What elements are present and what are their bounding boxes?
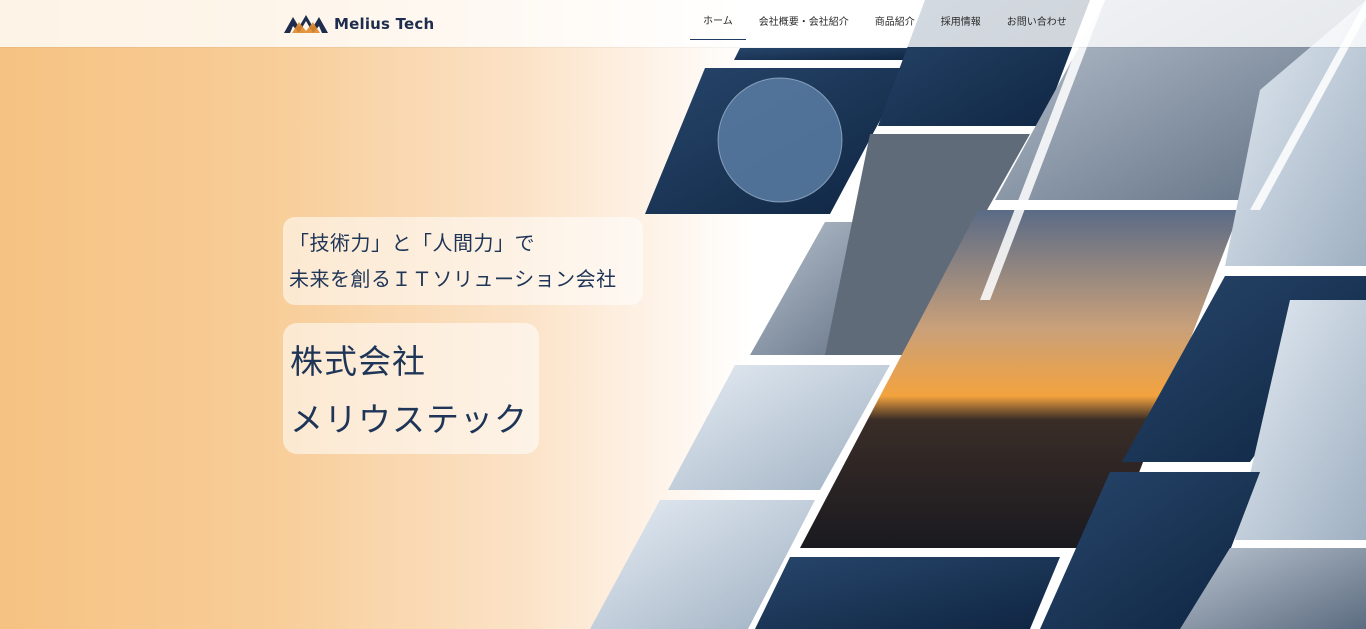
hero-photo-collage (590, 0, 1366, 629)
hero-tagline-card: 「技術力」と「人間力」で 未来を創るＩＴソリューション会社 (283, 217, 643, 305)
nav-item-products[interactable]: 商品紹介 (862, 0, 928, 40)
hero-tagline-line-1: 「技術力」と「人間力」で (289, 231, 535, 255)
logo-mark-icon (284, 15, 328, 33)
hero-tagline-line-2: 未来を創るＩＴソリューション会社 (289, 267, 617, 291)
company-name-line-1: 株式会社 (290, 342, 426, 381)
nav-item-home[interactable]: ホーム (690, 0, 746, 40)
main-nav: ホーム 会社概要・会社紹介 商品紹介 採用情報 お問い合わせ (690, 0, 1080, 40)
hero-company-card: 株式会社 メリウステック (283, 323, 539, 454)
site-logo[interactable]: Melius Tech (284, 12, 434, 36)
logo-text: Melius Tech (334, 15, 435, 33)
nav-item-company[interactable]: 会社概要・会社紹介 (746, 0, 862, 40)
site-header: Melius Tech ホーム 会社概要・会社紹介 商品紹介 採用情報 お問い合… (0, 0, 1366, 47)
nav-item-recruit[interactable]: 採用情報 (928, 0, 994, 40)
company-name-line-2: メリウステック (290, 400, 528, 439)
nav-item-contact[interactable]: お問い合わせ (994, 0, 1080, 40)
